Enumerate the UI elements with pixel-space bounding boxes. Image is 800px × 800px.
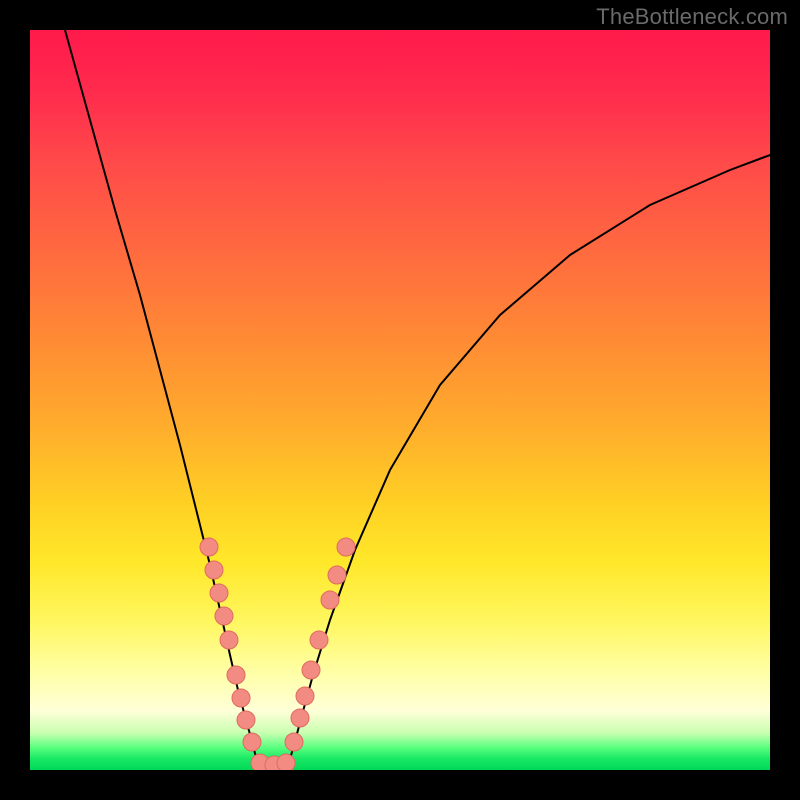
plot-area <box>30 30 770 770</box>
curve-lines <box>65 30 770 769</box>
chart-svg <box>30 30 770 770</box>
curve-markers <box>200 538 355 770</box>
watermark-text: TheBottleneck.com <box>596 4 788 30</box>
chart-stage: TheBottleneck.com <box>0 0 800 800</box>
